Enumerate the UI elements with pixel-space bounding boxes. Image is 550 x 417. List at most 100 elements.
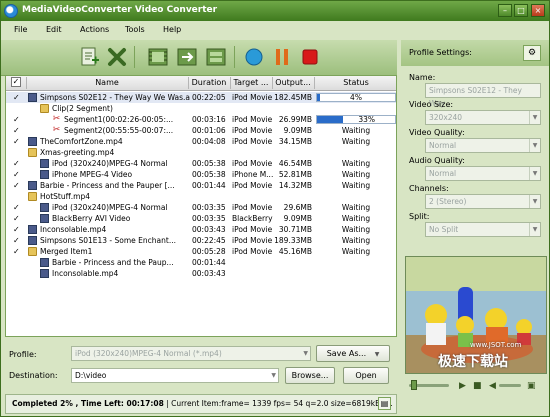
table-row[interactable]: ✓ Merged Item1 00:05:28 iPod Movie 45.16MB Wa… <box>6 246 396 257</box>
add-file-icon <box>81 47 99 66</box>
col-name[interactable]: Name <box>26 78 188 87</box>
table-row[interactable]: Inconsolable.mp4 00:03:43 <box>6 268 396 279</box>
menu-actions[interactable]: Actions <box>80 25 109 34</box>
row-checkbox[interactable]: ✓ <box>13 160 20 168</box>
close-button[interactable]: × <box>531 4 545 17</box>
browse-button[interactable]: Browse... <box>285 367 335 384</box>
row-status: Waiting <box>341 247 371 256</box>
row-name: Xmas-greeting.mp4 <box>40 148 115 157</box>
row-duration: 00:22:45 <box>192 236 226 245</box>
destination-input[interactable]: D:\video ▼ <box>71 368 279 383</box>
row-checkbox[interactable] <box>13 105 20 112</box>
table-row[interactable]: ✓ Barbie - Princess and the Pauper [... 00… <box>6 180 396 191</box>
output-settings-button[interactable] <box>204 45 228 69</box>
row-target: iPhone M... <box>232 170 274 179</box>
table-row[interactable]: ✓ iPod (320x240)MPEG-4 Normal 00:05:38 iPod… <box>6 158 396 169</box>
merge-film-icon <box>177 48 197 66</box>
row-checkbox[interactable] <box>13 193 20 200</box>
menu-help[interactable]: Help <box>163 25 181 34</box>
select-all-checkbox[interactable]: ✓ <box>11 77 21 87</box>
row-checkbox[interactable]: ✓ <box>13 182 20 190</box>
video-quality-select[interactable]: Normal ▼ <box>425 138 541 153</box>
log-icon[interactable]: ▤ <box>378 397 391 410</box>
menu-file[interactable]: File <box>14 25 27 34</box>
table-row[interactable]: ✓ Simpsons S02E12 - They Way We Was.avi 00… <box>6 92 396 103</box>
row-name: TheComfortZone.mp4 <box>40 137 123 146</box>
maximize-button[interactable]: □ <box>514 4 528 17</box>
table-row[interactable]: HotStuff.mp4 <box>6 191 396 202</box>
audio-quality-select[interactable]: Normal ▼ <box>425 166 541 181</box>
video-size-select[interactable]: 320x240 ▼ <box>425 110 541 125</box>
chevron-down-icon: ▼ <box>529 195 540 208</box>
volume-icon[interactable]: ◀ <box>489 381 496 391</box>
row-checkbox[interactable] <box>13 259 20 266</box>
minimize-button[interactable]: – <box>498 4 512 17</box>
stop-button[interactable] <box>298 45 322 69</box>
pause-button[interactable] <box>270 45 294 69</box>
save-as-button[interactable]: Save As... ▼ <box>316 345 390 362</box>
stop-icon[interactable]: ■ <box>473 381 482 391</box>
table-row[interactable]: ✓ ✂ Segment2(00:55:55-00:07:... 00:01:06 iPo… <box>6 125 396 136</box>
row-checkbox[interactable]: ✓ <box>13 237 20 245</box>
row-output: 14.32MB <box>278 181 312 190</box>
table-header: ✓ Name Duration Target ... Output... Sta… <box>6 76 396 91</box>
row-checkbox[interactable]: ✓ <box>13 94 20 102</box>
table-row[interactable]: ✓ Simpsons S01E13 - Some Enchant... 00:22:… <box>6 235 396 246</box>
play-icon[interactable]: ▶ <box>459 381 466 391</box>
add-file-button[interactable] <box>77 45 101 69</box>
seek-handle[interactable] <box>411 380 417 390</box>
row-checkbox[interactable] <box>13 270 20 277</box>
audio-quality-value: Normal <box>429 169 457 178</box>
col-target[interactable]: Target ... <box>230 78 272 87</box>
table-row[interactable]: ✓ BlackBerry AVI Video 00:03:35 BlackBerry 9… <box>6 213 396 224</box>
col-output[interactable]: Output... <box>272 78 314 87</box>
open-button[interactable]: Open <box>343 367 389 384</box>
row-output: 9.09MB <box>283 126 312 135</box>
clip-film-icon <box>148 48 168 66</box>
col-duration[interactable]: Duration <box>188 78 230 87</box>
table-row[interactable]: ✓ iPod (320x240)MPEG-4 Normal 00:03:35 iPod… <box>6 202 396 213</box>
menu-tools[interactable]: Tools <box>125 25 145 34</box>
row-checkbox[interactable]: ✓ <box>13 138 20 146</box>
table-row[interactable]: ✓ TheComfortZone.mp4 00:04:08 iPod Movie 34.… <box>6 136 396 147</box>
convert-button[interactable] <box>242 45 266 69</box>
merge-button[interactable] <box>175 45 199 69</box>
table-row[interactable]: Clip(2 Segment) <box>6 103 396 114</box>
table-row[interactable]: ✓ ✂ Segment1(00:02:26-00:05:... 00:03:16 iPo… <box>6 114 396 125</box>
table-row[interactable]: Xmas-greeting.mp4 <box>6 147 396 158</box>
profile-select[interactable]: iPod (320x240)MPEG-4 Normal (*.mp4) ▼ <box>71 346 311 361</box>
row-output: 29.6MB <box>283 203 312 212</box>
row-checkbox[interactable]: ✓ <box>13 116 20 124</box>
row-checkbox[interactable]: ✓ <box>13 171 20 179</box>
row-status: Waiting <box>341 126 371 135</box>
clip-button[interactable] <box>146 45 170 69</box>
row-output: 26.99MB <box>278 115 312 124</box>
snapshot-icon[interactable]: ▣ <box>527 381 536 391</box>
channels-select[interactable]: 2 (Stereo) ▼ <box>425 194 541 209</box>
row-checkbox[interactable]: ✓ <box>13 204 20 212</box>
row-checkbox[interactable]: ✓ <box>13 226 20 234</box>
row-name: HotStuff.mp4 <box>40 192 91 201</box>
volume-slider[interactable] <box>499 384 521 387</box>
row-checkbox[interactable]: ✓ <box>13 248 20 256</box>
table-row[interactable]: ✓ iPhone MPEG-4 Video 00:05:38 iPhone M... 5… <box>6 169 396 180</box>
profile-name-field[interactable]: Simpsons S02E12 - They Way <box>425 83 541 108</box>
start-icon <box>245 48 263 66</box>
row-checkbox[interactable]: ✓ <box>13 215 20 223</box>
table-row[interactable]: Barbie - Princess and the Paup... 00:01:4… <box>6 257 396 268</box>
settings-gear-button[interactable]: ⚙ <box>523 45 541 61</box>
menu-edit[interactable]: Edit <box>46 25 62 34</box>
row-status: Waiting <box>341 203 371 212</box>
film-icon <box>40 170 49 179</box>
film-icon <box>40 269 49 278</box>
row-duration: 00:03:43 <box>192 225 226 234</box>
row-name: Segment2(00:55:55-00:07:... <box>64 126 174 135</box>
row-checkbox[interactable] <box>13 149 20 156</box>
table-row[interactable]: ✓ Inconsolable.mp4 00:03:43 iPod Movie 30.71… <box>6 224 396 235</box>
row-duration: 00:03:16 <box>192 115 226 124</box>
remove-icon <box>108 48 126 66</box>
col-status[interactable]: Status <box>314 78 396 87</box>
split-select[interactable]: No Split ▼ <box>425 222 541 237</box>
remove-button[interactable] <box>105 45 129 69</box>
row-checkbox[interactable]: ✓ <box>13 127 20 135</box>
